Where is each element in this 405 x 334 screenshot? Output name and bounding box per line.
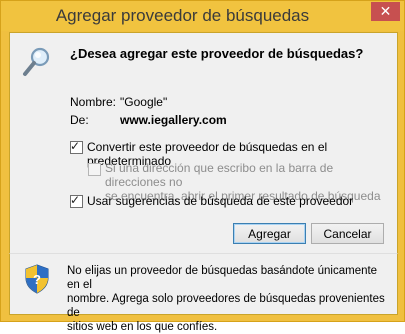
search-icon xyxy=(23,47,50,76)
check-icon: ✓ xyxy=(70,193,81,207)
check-icon: ✓ xyxy=(70,139,81,153)
close-icon: ✕ xyxy=(379,3,392,19)
warning-text-line1: No elijas un proveedor de búsquedas basá… xyxy=(67,265,378,291)
name-label: Nombre: xyxy=(70,95,117,109)
add-button[interactable]: Agregar xyxy=(233,223,306,244)
warning-footer: ? No elijas un proveedor de búsquedas ba… xyxy=(9,253,398,333)
from-value: www.iegallery.com xyxy=(120,113,227,127)
open-first-result-label-line1: Si una dirección que escribo en la barra… xyxy=(105,161,334,189)
name-value: "Google" xyxy=(120,95,168,109)
warning-text-line3: sitios web en los que confíes. xyxy=(67,321,218,333)
window-title: Agregar proveedor de búsquedas xyxy=(55,6,310,25)
warning-text: No elijas un proveedor de búsquedas basá… xyxy=(67,264,387,334)
warning-text-line2: nombre. Agrega solo proveedores de búsqu… xyxy=(67,293,385,319)
open-first-result-checkbox[interactable] xyxy=(88,163,101,176)
dialog-body: ¿Desea agregar este proveedor de búsqued… xyxy=(9,32,398,254)
from-label: De: xyxy=(70,113,89,127)
svg-text:?: ? xyxy=(33,272,41,287)
search-suggestions-label[interactable]: Usar sugerencias de búsqueda de este pro… xyxy=(87,194,353,208)
default-provider-checkbox[interactable]: ✓ xyxy=(70,139,83,154)
cancel-button[interactable]: Cancelar xyxy=(311,223,384,244)
title-bar[interactable]: Agregar proveedor de búsquedas ✕ xyxy=(1,1,404,31)
dialog-window: Agregar proveedor de búsquedas ✕ ¿Desea … xyxy=(0,0,405,333)
dialog-question: ¿Desea agregar este proveedor de búsqued… xyxy=(70,46,364,61)
shield-icon: ? xyxy=(25,264,49,294)
close-button[interactable]: ✕ xyxy=(371,2,400,21)
search-suggestions-checkbox[interactable]: ✓ xyxy=(70,193,83,208)
